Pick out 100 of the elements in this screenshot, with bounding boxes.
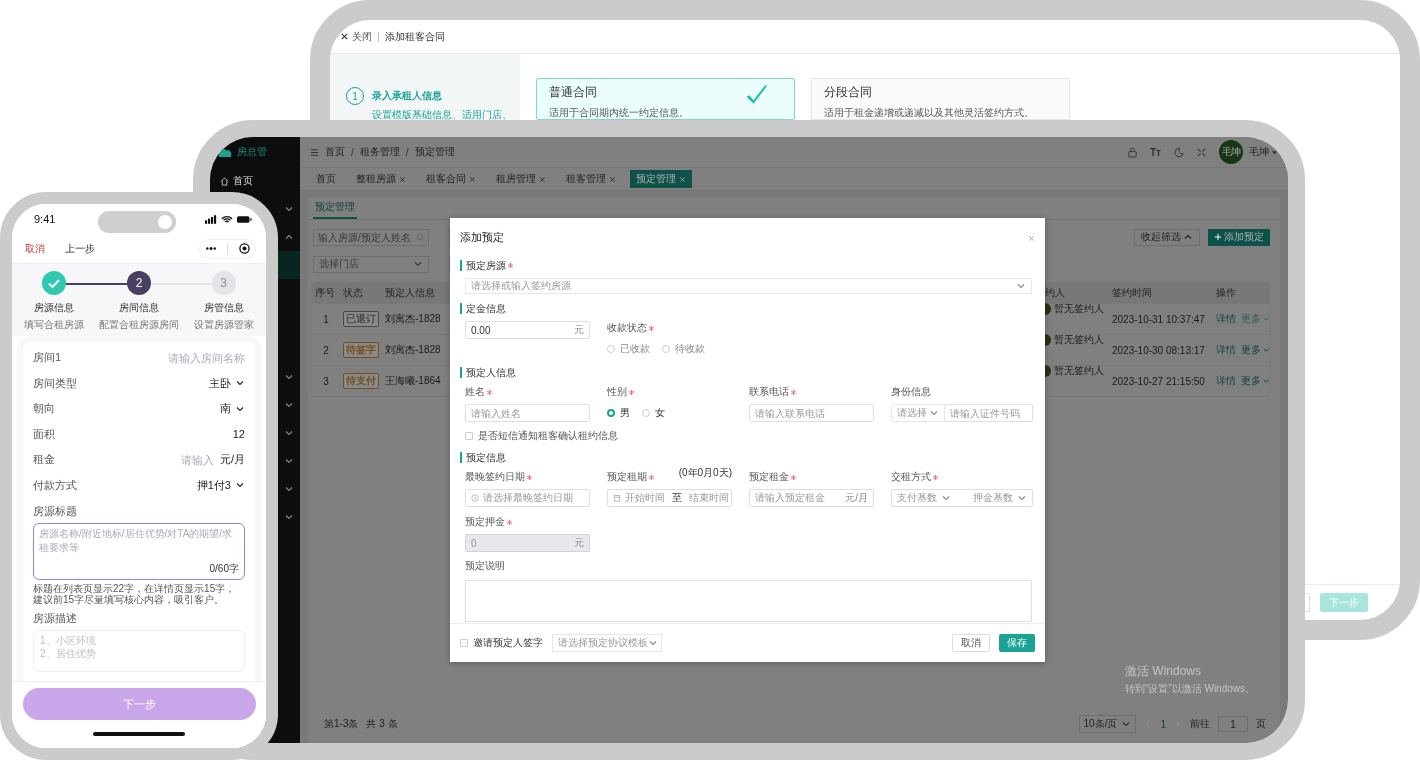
chevron-down-icon: [1262, 346, 1270, 354]
note-textarea[interactable]: [465, 580, 1032, 622]
radio-label: 女: [655, 406, 665, 420]
sidebar-label: 首页: [233, 174, 253, 188]
id-type-select[interactable]: 请选择: [891, 404, 945, 422]
dialog-title: 添加预定: [460, 231, 504, 245]
table-cell-text: 2023-10-31 10:37:47: [1111, 312, 1206, 327]
chevron-down-icon: [1016, 281, 1026, 291]
sidebar-item[interactable]: [278, 251, 300, 279]
more-link[interactable]: 更多: [1241, 343, 1270, 357]
field-label: 房间1: [33, 350, 63, 366]
section-heading: 预定人信息: [460, 367, 1035, 378]
select-field[interactable]: 主卧: [209, 375, 245, 391]
column-header: 序号: [315, 286, 335, 300]
step-title: 录入承租人信息: [372, 89, 443, 103]
breadcrumb-link[interactable]: 租务管理: [359, 145, 400, 159]
table-cell: 暂无签约人: [1054, 332, 1104, 347]
section-heading: 定金信息: [460, 303, 1035, 314]
template-select[interactable]: 请选择预定协议模板: [552, 634, 662, 652]
chevron-up-icon: [1183, 232, 1193, 242]
cancel-link[interactable]: 取消: [25, 241, 45, 256]
more-link[interactable]: 更多: [1241, 374, 1270, 388]
battery-icon: [237, 214, 252, 224]
page-number[interactable]: 1: [1160, 718, 1166, 730]
table-cell-text: 2023-10-30 08:13:17: [1111, 343, 1206, 358]
fullscreen-icon[interactable]: [1196, 146, 1207, 158]
field-label: 预定租金: [749, 470, 874, 484]
close-icon[interactable]: [340, 32, 349, 41]
hint-text: 标题在列表页显示22字，在详情页显示15字，建议前15字尽量填写核心内容，吸引客户。: [33, 583, 237, 605]
page-size-select[interactable]: 10条/页: [1078, 715, 1137, 733]
field-label: 租金: [33, 452, 56, 468]
field-label: 房源描述: [33, 611, 78, 626]
step-description: 填写合租房源: [24, 318, 85, 332]
tab[interactable]: 租房管理: [490, 170, 552, 188]
checkbox[interactable]: [465, 432, 473, 440]
calendar-icon: [613, 494, 621, 502]
breadcrumb-link[interactable]: 首页: [325, 145, 345, 159]
user-avatar[interactable]: 毛坤: [1219, 140, 1243, 164]
table-cell-text: 2023-10-27 21:15:50: [1111, 374, 1206, 389]
contract-type-card[interactable]: 普通合同 适用于合同期内统一约定信息。: [536, 78, 795, 120]
close-target-icon[interactable]: [238, 243, 250, 254]
page-input[interactable]: 1: [1218, 716, 1248, 732]
sidebar-item[interactable]: 首页: [210, 167, 300, 195]
font-size-button[interactable]: Tт: [1150, 146, 1161, 158]
field-label: 性别: [607, 385, 732, 399]
user-name[interactable]: 毛坤: [1249, 145, 1269, 159]
card-title: 普通合同: [549, 84, 598, 101]
tab[interactable]: 首页: [310, 170, 342, 188]
table-cell: 暂无签约人: [1054, 301, 1104, 316]
save-button[interactable]: 保存: [999, 634, 1035, 652]
page-tab[interactable]: 预定管理: [313, 200, 357, 219]
caret-icon[interactable]: [1271, 148, 1278, 156]
field-label: 房间类型: [33, 375, 78, 391]
window-title: 添加租客合同: [385, 29, 445, 44]
lock-icon[interactable]: [1127, 146, 1138, 158]
select-field[interactable]: 押1付3: [196, 477, 245, 493]
detail-link[interactable]: 详情: [1216, 343, 1236, 357]
text-field[interactable]: 请输入房间名称: [145, 351, 245, 364]
title-textarea[interactable]: 房源名称/附近地标/居住优势/对TA的期望/求租要求等 0/60字: [33, 523, 245, 580]
cancel-button[interactable]: 取消: [952, 634, 990, 652]
page-unit: 页: [1256, 717, 1266, 731]
text-field[interactable]: 请输入姓名: [465, 404, 590, 422]
goto-label: 前往: [1190, 717, 1210, 731]
checkbox-label: 是否短信通知租客确认租约信息: [478, 429, 618, 443]
contract-type-card[interactable]: 分段合同 适用于租金递增或递减以及其他灵活签约方式。: [811, 78, 1070, 120]
detail-link[interactable]: 详情: [1216, 312, 1236, 326]
radio-button[interactable]: [607, 409, 615, 417]
more-icon[interactable]: [205, 246, 218, 251]
step-title: 房管信息: [203, 301, 244, 315]
tab[interactable]: 整租房源: [350, 170, 412, 188]
text-field[interactable]: 请输入联系电话: [749, 404, 874, 422]
collapse-filter-button[interactable]: 收起筛选: [1134, 228, 1200, 246]
amount-field[interactable]: 请输入预定租金 元/月: [749, 489, 874, 507]
store-select[interactable]: 选择门店: [313, 255, 429, 273]
close-button[interactable]: 关闭: [340, 29, 372, 44]
date-field[interactable]: 请选择最晚签约日期: [465, 489, 590, 507]
room-select[interactable]: 请选择或输入签约房源: [465, 278, 1032, 294]
search-field[interactable]: 输入房源/预定人姓名: [313, 228, 429, 246]
home-icon: [220, 176, 229, 186]
select-field[interactable]: 南: [220, 401, 245, 417]
status-badge: 已退订: [343, 311, 379, 327]
tab[interactable]: 租客管理: [560, 170, 622, 188]
add-booking-button[interactable]: 添加预定: [1208, 228, 1270, 246]
checkbox[interactable]: [460, 639, 468, 647]
record-range: 第1-3条: [324, 717, 359, 731]
moon-icon[interactable]: [1173, 146, 1184, 158]
tab[interactable]: 租客合同: [420, 170, 482, 188]
field-label: 姓名: [465, 385, 590, 399]
back-link[interactable]: 上一步: [65, 241, 95, 256]
text-field[interactable]: 请输入: [153, 453, 214, 466]
date-range-field[interactable]: 开始时间 至 结束时间: [607, 489, 732, 507]
id-number-field[interactable]: 请输入证件号码: [945, 404, 1033, 422]
deposit-amount-field[interactable]: 0.00 元: [465, 321, 590, 339]
field-label: 付款方式: [33, 477, 78, 493]
tab[interactable]: 预定管理: [630, 170, 692, 188]
detail-link[interactable]: 详情: [1216, 374, 1236, 388]
menu-icon[interactable]: [310, 147, 319, 157]
house-logo-icon: [218, 146, 232, 158]
step-description: 设置模版基础信息、适用门店、: [372, 108, 512, 122]
radio-label: 已收款: [620, 342, 650, 356]
